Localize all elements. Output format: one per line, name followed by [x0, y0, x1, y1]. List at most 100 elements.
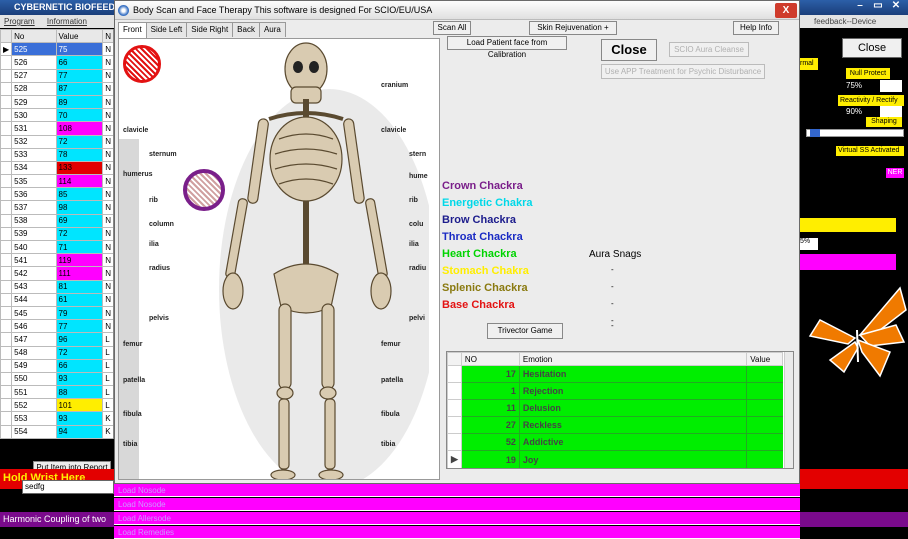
crown-chakra-marker[interactable] [123, 45, 161, 83]
bone-label-left[interactable]: column [149, 221, 174, 228]
bone-label-left[interactable]: femur [123, 341, 142, 348]
bone-label-left[interactable]: fibula [123, 411, 142, 418]
table-row[interactable]: 553 93 K [0, 411, 113, 426]
table-row[interactable]: 554 94 K [0, 424, 113, 439]
bone-label-right[interactable]: ilia [409, 241, 419, 248]
table-row[interactable]: 532 72 N [0, 134, 113, 149]
table-row[interactable]: 537 98 N [0, 200, 113, 215]
chakra-label[interactable]: Heart Chackra [442, 248, 517, 260]
device-slider-thumb[interactable] [810, 129, 820, 137]
bone-label-right[interactable]: pelvi [409, 315, 425, 322]
bone-label-right[interactable]: tibia [381, 441, 395, 448]
load-remedies-bar[interactable]: Load Remedies [114, 526, 800, 539]
bone-label-left[interactable]: rib [149, 197, 158, 204]
table-row[interactable]: 535 114 N [0, 174, 113, 189]
bone-label-left[interactable]: radius [149, 265, 170, 272]
table-header-no[interactable]: No [11, 29, 57, 44]
emotion-row[interactable]: 17 Hesitation [447, 364, 783, 384]
table-row[interactable]: 527 77 N [0, 68, 113, 83]
chakra-label[interactable]: Base Chackra [442, 299, 515, 311]
table-row[interactable]: 549 66 L [0, 358, 113, 373]
menu-program[interactable]: Program [4, 17, 35, 26]
maximize-icon[interactable]: ▭ [870, 0, 886, 13]
grid-scrollbar[interactable] [784, 352, 793, 468]
skeleton-panel[interactable]: clavicle sternum humerus rib column ilia radiu… [118, 38, 440, 480]
close-icon[interactable]: ✕ [888, 0, 904, 13]
table-row[interactable]: 542 111 N [0, 266, 113, 281]
device-slider-track[interactable] [806, 129, 904, 137]
bone-label-right[interactable]: patella [381, 377, 403, 384]
menu-information[interactable]: Information [47, 17, 87, 26]
table-row[interactable]: 541 119 N [0, 253, 113, 268]
bone-label-right[interactable]: radiu [409, 265, 426, 272]
table-row[interactable]: 540 71 N [0, 239, 113, 255]
table-header-n[interactable]: N [102, 29, 113, 44]
chakra-label[interactable]: Energetic Chakra [442, 197, 532, 209]
chakra-label[interactable]: Splenic Chackra [442, 282, 528, 294]
table-row[interactable]: 539 72 N [0, 226, 113, 242]
table-row[interactable]: 533 78 N [0, 147, 113, 162]
emotion-row[interactable]: 52 Addictive [447, 433, 783, 452]
table-row[interactable]: 538 69 N [0, 213, 113, 228]
tab-front[interactable]: Front [118, 22, 147, 38]
bone-label-right[interactable]: hume [409, 173, 428, 180]
table-row[interactable]: 545 79 N [0, 305, 113, 321]
bone-label-left[interactable]: sternum [149, 151, 177, 158]
trivector-game-button[interactable]: Trivector Game [487, 323, 563, 339]
reactivity-label[interactable]: Reactivity / Rectify [838, 95, 904, 106]
emotion-row[interactable]: 1 Rejection [447, 382, 783, 401]
tab-side-left[interactable]: Side Left [145, 22, 188, 37]
table-row[interactable]: 531 108 N [0, 121, 113, 136]
skin-rejuvenation-select[interactable]: Skin Rejuvenation + [529, 21, 617, 35]
table-header-value[interactable]: Value [55, 29, 104, 44]
device-close-button[interactable]: Close [842, 38, 902, 58]
bone-label-left[interactable]: tibia [123, 441, 137, 448]
bone-label-left[interactable]: pelvis [149, 315, 169, 322]
chakra-label[interactable]: Stomach Chakra [442, 265, 529, 277]
table-row[interactable]: 543 81 N [0, 279, 113, 294]
bone-label-right[interactable]: rib [409, 197, 418, 204]
emotion-row[interactable]: ▶ 19 Joy [447, 450, 783, 468]
load-nosode-bar-1[interactable]: Load Nosode [114, 484, 800, 497]
load-patient-face-button[interactable]: Load Patient face from Calibration [447, 36, 567, 59]
device-input-1[interactable] [880, 80, 902, 92]
scio-aura-cleanse-button[interactable]: SCIO Aura Cleanse [669, 42, 749, 57]
help-info-button[interactable]: Help Info [733, 21, 779, 35]
tab-aura[interactable]: Aura [258, 22, 286, 37]
bone-label-right[interactable]: stern [409, 151, 426, 158]
device-dropdown[interactable]: 5% [800, 238, 818, 250]
emotion-row[interactable]: 27 Reckless [447, 416, 783, 435]
grid-header-emotion[interactable]: Emotion [518, 352, 748, 366]
load-nosode-bar-2[interactable]: Load Nosode [114, 498, 800, 511]
bone-label-left[interactable]: ilia [149, 241, 159, 248]
heart-chakra-marker[interactable] [183, 169, 225, 211]
table-row[interactable]: 530 70 N [0, 108, 113, 123]
grid-header-no[interactable]: NO [460, 352, 520, 366]
minimize-icon[interactable]: – [852, 0, 868, 13]
null-protect-label[interactable]: Null Protect [846, 68, 890, 79]
scan-all-button[interactable]: Scan All [433, 21, 471, 35]
table-row[interactable]: 550 93 L [0, 371, 113, 387]
emotion-grid[interactable]: NO Emotion Value 17 Hesitation 1 Rejection 1… [446, 351, 794, 469]
bone-label-left[interactable]: patella [123, 377, 145, 384]
values-table[interactable]: No Value N ▶ 525 75 N 526 66 N 527 77 N 528 87 N 529 8… [0, 29, 114, 439]
chakra-label[interactable]: Throat Chackra [442, 231, 523, 243]
notes-input[interactable]: sedfg [22, 480, 114, 494]
bone-label-left[interactable]: humerus [123, 171, 153, 178]
chakra-label[interactable]: Brow Chackra [442, 214, 516, 226]
table-row[interactable]: 529 89 N [0, 94, 113, 110]
shaping-button[interactable]: Shaping [866, 117, 902, 127]
bone-label-right[interactable]: fibula [381, 411, 400, 418]
bone-label-right[interactable]: femur [381, 341, 400, 348]
grid-header-value[interactable]: Value [746, 352, 783, 366]
table-row[interactable]: 552 101 L [0, 398, 113, 413]
dialog-close-icon[interactable]: X [775, 3, 797, 18]
tab-back[interactable]: Back [232, 22, 260, 37]
table-row[interactable]: 544 61 N [0, 292, 113, 307]
bone-label-left[interactable]: clavicle [123, 127, 148, 134]
table-row[interactable]: 548 72 L [0, 345, 113, 360]
close-button[interactable]: Close [601, 39, 657, 61]
app-treatment-button[interactable]: Use APP Treatment for Psychic Disturbanc… [601, 64, 765, 79]
bone-label-right[interactable]: clavicle [381, 127, 406, 134]
table-row[interactable]: 534 133 N [0, 160, 113, 176]
